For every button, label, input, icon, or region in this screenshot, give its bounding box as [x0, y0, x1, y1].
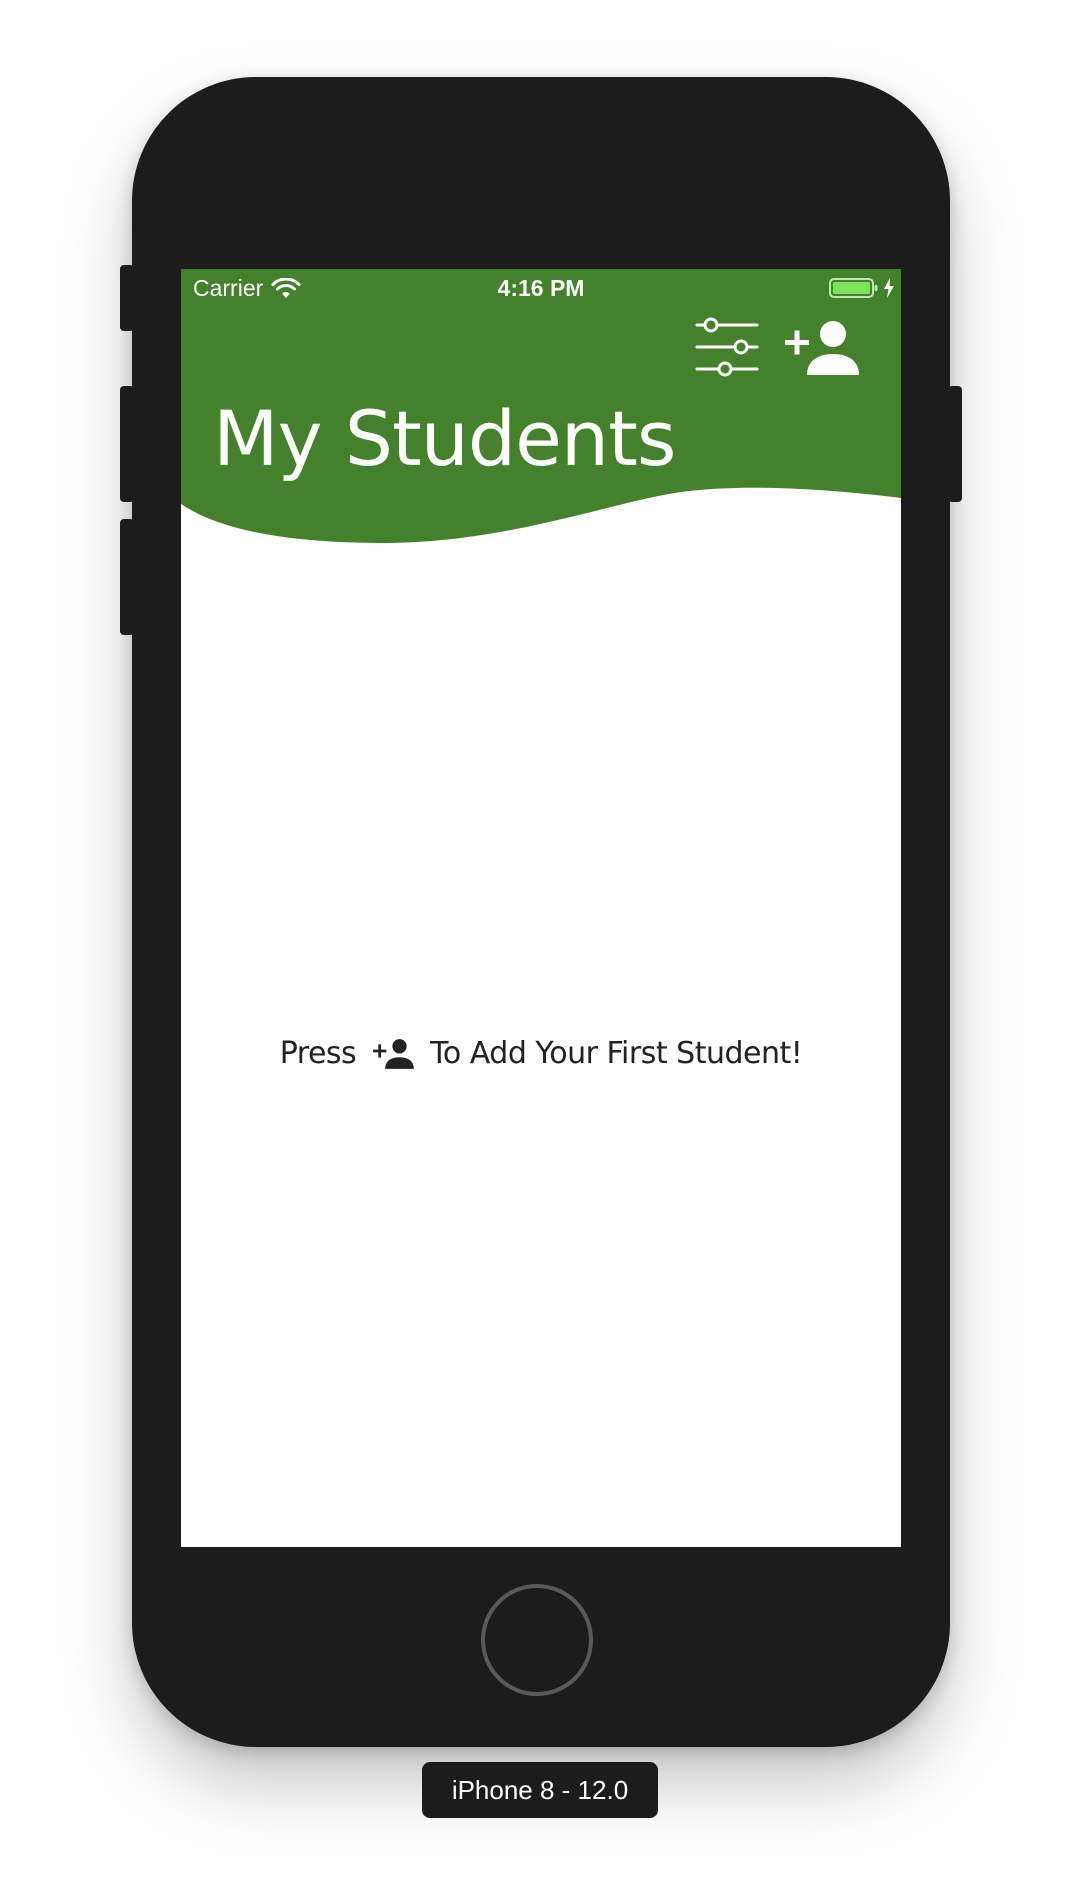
status-time: 4:16 PM: [497, 275, 585, 301]
screen: Carrier 4:16 PM My Students Press To Add…: [181, 269, 901, 1547]
volume-down-button: [120, 519, 134, 635]
page-title: My Students: [213, 394, 676, 483]
charging-bolt-icon: [884, 278, 894, 298]
sliders-icon[interactable]: [695, 316, 759, 378]
mute-switch: [120, 265, 134, 331]
volume-up-button: [120, 386, 134, 502]
status-bar: Carrier 4:16 PM: [181, 269, 901, 309]
add-person-icon[interactable]: [783, 319, 863, 377]
empty-state-message: Press To Add Your First Student!: [181, 1036, 901, 1071]
empty-state-suffix: To Add Your First Student!: [430, 1036, 803, 1071]
battery-icon: [829, 278, 878, 298]
home-button[interactable]: [481, 1584, 593, 1696]
power-button: [948, 386, 962, 502]
device-label: iPhone 8 - 12.0: [422, 1762, 658, 1818]
empty-state-prefix: Press: [279, 1036, 357, 1071]
add-person-icon: [373, 1038, 414, 1069]
battery-indicator: [829, 277, 895, 299]
